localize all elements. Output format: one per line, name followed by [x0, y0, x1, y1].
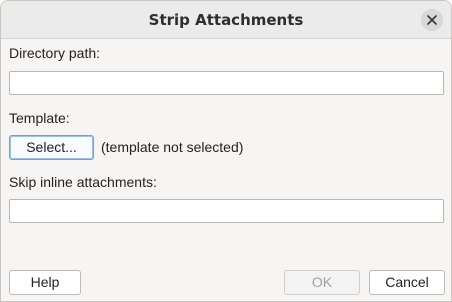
- close-button[interactable]: [421, 9, 443, 31]
- skip-inline-input[interactable]: [9, 199, 444, 223]
- skip-inline-label: Skip inline attachments:: [9, 174, 157, 190]
- cancel-button[interactable]: Cancel: [369, 270, 445, 295]
- directory-path-label: Directory path:: [9, 45, 101, 61]
- select-template-button[interactable]: Select...: [9, 135, 94, 160]
- dialog-title: Strip Attachments: [148, 11, 304, 29]
- help-button[interactable]: Help: [9, 270, 81, 295]
- title-bar: Strip Attachments: [1, 1, 451, 39]
- strip-attachments-dialog: Strip Attachments Directory path: Templa…: [0, 0, 452, 302]
- template-status-text: (template not selected): [101, 139, 244, 155]
- ok-button[interactable]: OK: [284, 270, 360, 295]
- template-label: Template:: [9, 110, 70, 126]
- directory-path-input[interactable]: [9, 71, 444, 95]
- close-icon: [427, 15, 437, 25]
